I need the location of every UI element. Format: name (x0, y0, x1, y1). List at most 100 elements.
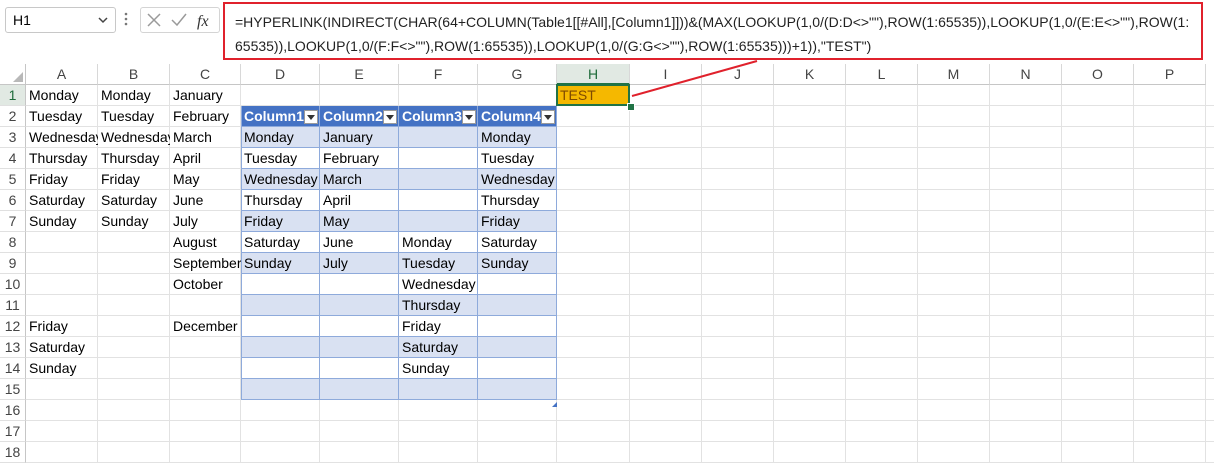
row-header-7[interactable]: 7 (0, 211, 26, 232)
cell-c7[interactable]: July (170, 211, 241, 232)
cell-g9[interactable]: Sunday (478, 253, 557, 274)
fx-icon[interactable]: fx (196, 12, 216, 30)
cell-a4[interactable]: Thursday (26, 148, 98, 169)
cell-d7[interactable]: Friday (241, 211, 320, 232)
cell-g8[interactable]: Saturday (478, 232, 557, 253)
cell-b1[interactable]: Monday (98, 85, 170, 106)
column-header-j[interactable]: J (702, 64, 774, 85)
cell-d5[interactable]: Wednesday (241, 169, 320, 190)
x-icon[interactable] (146, 12, 162, 28)
check-icon[interactable] (170, 12, 188, 28)
cell-b3[interactable]: Wednesday (98, 127, 170, 148)
cell-e9[interactable]: July (320, 253, 399, 274)
cell-a14[interactable]: Sunday (26, 358, 98, 379)
table-resize-handle-icon[interactable] (552, 394, 557, 407)
cell-d8[interactable]: Saturday (241, 232, 320, 253)
column-header-m[interactable]: M (918, 64, 990, 85)
row-header-12[interactable]: 12 (0, 316, 26, 337)
cell-g7[interactable]: Friday (478, 211, 557, 232)
name-box[interactable]: H1 (5, 7, 116, 33)
column-header-a[interactable]: A (26, 64, 98, 85)
cell-a6[interactable]: Saturday (26, 190, 98, 211)
cell-f8[interactable]: Monday (399, 232, 478, 253)
cell-e6[interactable]: April (320, 190, 399, 211)
column-header-l[interactable]: L (846, 64, 918, 85)
cell-c12[interactable]: December (170, 316, 241, 337)
row-header-11[interactable]: 11 (0, 295, 26, 316)
row-header-17[interactable]: 17 (0, 421, 26, 442)
row-header-1[interactable]: 1 (0, 85, 26, 106)
cell-d9[interactable]: Sunday (241, 253, 320, 274)
cell-c10[interactable]: October (170, 274, 241, 295)
column-header-o[interactable]: O (1062, 64, 1134, 85)
cell-a5[interactable]: Friday (26, 169, 98, 190)
cell-a2[interactable]: Tuesday (26, 106, 98, 127)
column-header-n[interactable]: N (990, 64, 1062, 85)
filter-dropdown-icon[interactable] (383, 110, 397, 124)
cell-c6[interactable]: June (170, 190, 241, 211)
cell-a1[interactable]: Monday (26, 85, 98, 106)
cell-d3[interactable]: Monday (241, 127, 320, 148)
select-all-button[interactable] (0, 64, 26, 85)
row-header-10[interactable]: 10 (0, 274, 26, 295)
column-header-f[interactable]: F (399, 64, 478, 85)
table-header-column4[interactable]: Column4 (478, 106, 541, 127)
cell-b2[interactable]: Tuesday (98, 106, 170, 127)
column-header-i[interactable]: I (630, 64, 702, 85)
cell-g3[interactable]: Monday (478, 127, 557, 148)
cell-b6[interactable]: Saturday (98, 190, 170, 211)
row-header-2[interactable]: 2 (0, 106, 26, 127)
row-header-5[interactable]: 5 (0, 169, 26, 190)
cell-e8[interactable]: June (320, 232, 399, 253)
cell-d6[interactable]: Thursday (241, 190, 320, 211)
cell-a13[interactable]: Saturday (26, 337, 98, 358)
filter-dropdown-icon[interactable] (304, 110, 318, 124)
cell-b5[interactable]: Friday (98, 169, 170, 190)
formula-text[interactable]: =HYPERLINK(INDIRECT(CHAR(64+COLUMN(Table… (235, 10, 1195, 58)
worksheet-grid[interactable]: A B C D E F G H I J K L M N O P 1 2 3 4 5 6 7 8 9 10 11 12 13 14 15 16 1… (0, 64, 1214, 463)
filter-dropdown-icon[interactable] (462, 110, 476, 124)
cell-c4[interactable]: April (170, 148, 241, 169)
row-header-9[interactable]: 9 (0, 253, 26, 274)
cell-c9[interactable]: September (170, 253, 241, 274)
cell-f12[interactable]: Friday (399, 316, 478, 337)
cell-d4[interactable]: Tuesday (241, 148, 320, 169)
cell-f10[interactable]: Wednesday (399, 274, 478, 295)
row-header-3[interactable]: 3 (0, 127, 26, 148)
column-header-h[interactable]: H (557, 64, 630, 85)
column-header-b[interactable]: B (98, 64, 170, 85)
cell-f9[interactable]: Tuesday (399, 253, 478, 274)
cell-e7[interactable]: May (320, 211, 399, 232)
column-header-e[interactable]: E (320, 64, 399, 85)
cell-g4[interactable]: Tuesday (478, 148, 557, 169)
cell-f14[interactable]: Sunday (399, 358, 478, 379)
row-header-15[interactable]: 15 (0, 379, 26, 400)
cell-b4[interactable]: Thursday (98, 148, 170, 169)
table-header-column3[interactable]: Column3 (399, 106, 462, 127)
cell-e5[interactable]: March (320, 169, 399, 190)
column-header-g[interactable]: G (478, 64, 557, 85)
table-header-column1[interactable]: Column1 (241, 106, 304, 127)
filter-dropdown-icon[interactable] (541, 110, 555, 124)
cell-a3[interactable]: Wednesday (26, 127, 98, 148)
cell-a7[interactable]: Sunday (26, 211, 98, 232)
cell-c5[interactable]: May (170, 169, 241, 190)
more-options-icon[interactable] (124, 11, 128, 27)
cell-c1[interactable]: January (170, 85, 241, 106)
cell-f11[interactable]: Thursday (399, 295, 478, 316)
cell-f13[interactable]: Saturday (399, 337, 478, 358)
row-header-18[interactable]: 18 (0, 442, 26, 463)
cell-g6[interactable]: Thursday (478, 190, 557, 211)
column-header-d[interactable]: D (241, 64, 320, 85)
active-cell-h1[interactable]: TEST (556, 84, 630, 106)
formula-input[interactable]: =HYPERLINK(INDIRECT(CHAR(64+COLUMN(Table… (223, 2, 1203, 60)
chevron-down-icon[interactable] (97, 13, 109, 27)
cell-b7[interactable]: Sunday (98, 211, 170, 232)
column-header-c[interactable]: C (170, 64, 241, 85)
cell-c3[interactable]: March (170, 127, 241, 148)
row-header-8[interactable]: 8 (0, 232, 26, 253)
column-header-p[interactable]: P (1134, 64, 1206, 85)
row-header-14[interactable]: 14 (0, 358, 26, 379)
column-header-k[interactable]: K (774, 64, 846, 85)
row-header-16[interactable]: 16 (0, 400, 26, 421)
